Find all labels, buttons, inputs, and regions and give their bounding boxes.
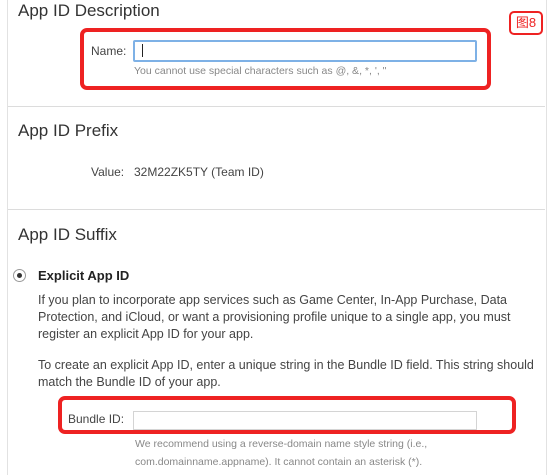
- explicit-app-id-description: If you plan to incorporate app services …: [38, 293, 511, 341]
- explicit-app-id-label[interactable]: Explicit App ID: [38, 268, 129, 283]
- annotation-badge: 图8: [509, 11, 543, 35]
- prefix-section-title: App ID Prefix: [18, 121, 119, 140]
- section-divider: [8, 209, 545, 210]
- bundle-id-instructions: To create an explicit App ID, enter a un…: [38, 358, 534, 389]
- radio-selected-dot: [17, 273, 22, 278]
- prefix-value: 32M22ZK5TY (Team ID): [134, 165, 264, 179]
- description-section-title: App ID Description: [18, 1, 160, 20]
- suffix-section-title: App ID Suffix: [18, 225, 117, 244]
- prefix-value-label: Value:: [91, 165, 125, 179]
- bundle-id-hint-line-2: com.domainname.appname). It cannot conta…: [135, 456, 423, 468]
- annotation-highlight-name: [80, 28, 491, 90]
- section-divider: [8, 106, 545, 107]
- annotation-highlight-bundle-id: [58, 396, 516, 434]
- explicit-app-id-radio[interactable]: [13, 269, 26, 282]
- bundle-id-hint-line-1: We recommend using a reverse-domain name…: [135, 438, 428, 450]
